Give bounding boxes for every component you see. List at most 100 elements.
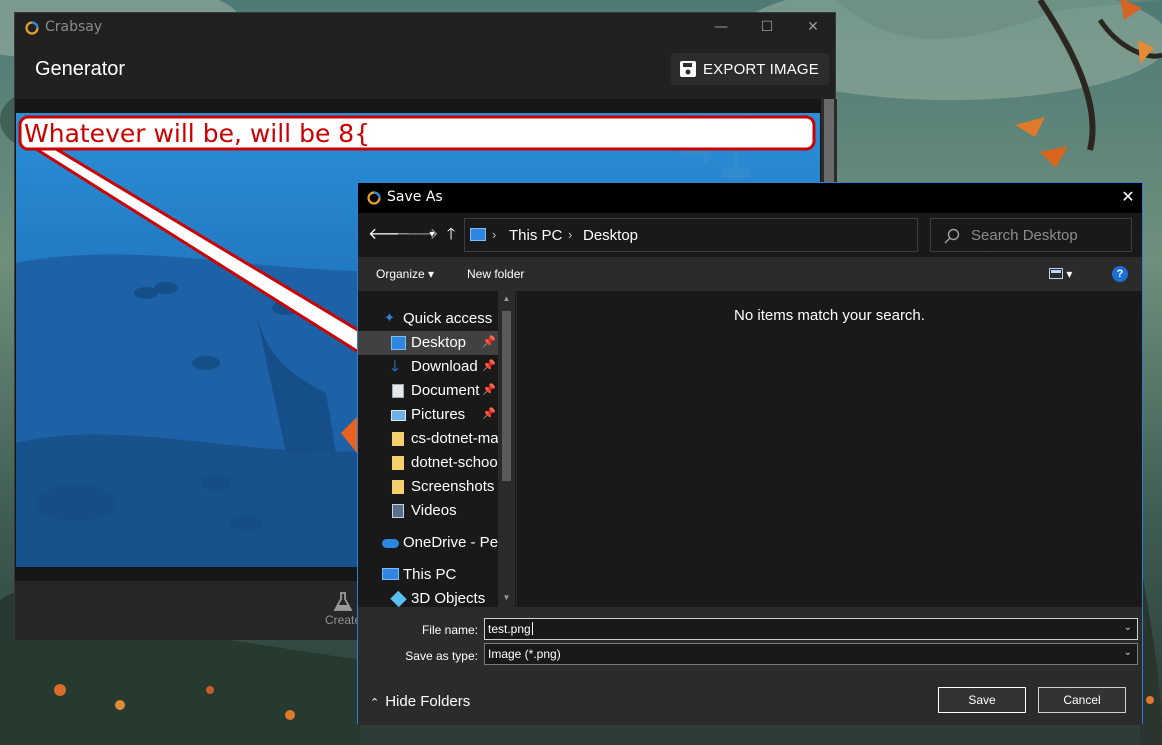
text-caret — [531, 622, 533, 635]
tree-item-label: Download — [411, 358, 478, 375]
save-as-titlebar[interactable]: Save As ✕ — [358, 183, 1142, 213]
crabsay-logo-icon — [25, 21, 39, 35]
tree-item-downloads[interactable]: 🡓 Download 📌 — [358, 355, 498, 379]
tree-item-cs-dotnet[interactable]: cs-dotnet-ma — [358, 427, 498, 451]
crabsay-titlebar[interactable]: Crabsay — ☐ ✕ — [15, 13, 835, 43]
tree-item-pictures[interactable]: Pictures 📌 — [358, 403, 498, 427]
crabsay-window-title: Crabsay — [45, 19, 103, 35]
recent-locations-chevron-icon[interactable]: ▾ — [422, 225, 442, 245]
tree-item-label: dotnet-schoo — [411, 454, 498, 471]
download-icon: 🡓 — [391, 358, 399, 375]
cube-icon — [390, 590, 407, 607]
dialog-title: Save As — [387, 189, 443, 205]
tree-item-label: Desktop — [411, 334, 467, 351]
navigation-pane-scrollbar[interactable]: ▲ ▼ — [498, 291, 515, 607]
flask-icon — [333, 592, 353, 611]
navigation-pane: ✦ Quick access Desktop 📌 🡓 Download 📌 Do… — [358, 291, 516, 607]
hide-folders-button[interactable]: ⌃ Hide Folders — [370, 693, 470, 710]
star-icon: ✦ — [384, 310, 395, 325]
scroll-down-icon[interactable]: ▼ — [501, 593, 512, 602]
page-title: Generator — [35, 58, 126, 80]
hide-folders-label: Hide Folders — [385, 693, 471, 710]
save-options-panel: File name: test.png ⌄ Save as type: Imag… — [358, 607, 1142, 725]
tree-item-label: Videos — [411, 502, 457, 519]
pin-icon: 📌 — [482, 408, 496, 420]
empty-state-message: No items match your search. — [734, 307, 925, 324]
save-as-type-label: Save as type: — [405, 649, 478, 663]
export-image-button[interactable]: EXPORT IMAGE — [670, 53, 829, 85]
tree-item-label: cs-dotnet-ma — [411, 430, 498, 447]
pictures-icon — [391, 410, 406, 421]
back-arrow-icon[interactable]: 🡐 — [368, 225, 411, 245]
tree-item-3d-objects[interactable]: 3D Objects — [358, 587, 498, 607]
tree-item-label: Screenshots — [411, 478, 495, 495]
organize-menu[interactable]: Organize ▾ — [376, 267, 434, 281]
speech-bubble-text: Whatever will be, will be 8{ — [24, 119, 370, 148]
cloud-icon — [382, 539, 399, 548]
file-name-value: test.png — [488, 622, 531, 636]
view-icon — [1049, 268, 1063, 279]
chevron-up-icon: ⌃ — [370, 697, 380, 709]
help-icon[interactable]: ? — [1112, 266, 1128, 282]
file-list[interactable]: No items match your search. — [517, 291, 1142, 607]
new-folder-button[interactable]: New folder — [467, 267, 524, 281]
save-button[interactable]: Save — [938, 687, 1026, 713]
file-name-field[interactable]: test.png ⌄ — [484, 618, 1138, 640]
tree-item-label: Quick access — [403, 310, 493, 327]
dialog-toolbar: Organize ▾ New folder ▾ ? — [358, 257, 1142, 291]
tree-item-label: 3D Objects — [411, 590, 486, 607]
address-bar[interactable]: › This PC › Desktop ⌄ ↻ — [464, 218, 1014, 253]
this-pc-icon — [470, 228, 486, 241]
scroll-up-icon[interactable]: ▲ — [501, 294, 512, 303]
tree-item-onedrive[interactable]: OneDrive - Per — [358, 531, 498, 555]
computer-icon — [382, 568, 399, 580]
tree-item-this-pc[interactable]: This PC — [358, 563, 498, 587]
tree-item-screenshots[interactable]: Screenshots — [358, 475, 498, 499]
floppy-disk-icon — [679, 61, 696, 77]
tree-item-label: Document — [411, 382, 480, 399]
cancel-button[interactable]: Cancel — [1038, 687, 1126, 713]
document-icon — [392, 384, 404, 398]
tree-item-desktop[interactable]: Desktop 📌 — [358, 331, 498, 355]
organize-label: Organize — [376, 267, 425, 281]
pin-icon: 📌 — [482, 336, 496, 348]
breadcrumb-separator-icon: › — [492, 227, 497, 242]
tree-item-label: This PC — [403, 566, 457, 583]
minimize-button[interactable]: — — [698, 13, 744, 43]
view-options-menu[interactable]: ▾ — [1049, 267, 1072, 281]
tree-item-documents[interactable]: Document 📌 — [358, 379, 498, 403]
app-logo-icon — [367, 191, 381, 205]
breadcrumb-separator-icon: › — [568, 227, 573, 242]
search-placeholder: Search Desktop — [971, 227, 1078, 244]
file-name-label: File name: — [421, 623, 478, 637]
navigation-pane-scrollbar-thumb[interactable] — [502, 311, 511, 481]
dialog-close-button[interactable]: ✕ — [1114, 183, 1142, 213]
breadcrumb-this-pc[interactable]: This PC — [509, 227, 562, 244]
file-name-dropdown-icon[interactable]: ⌄ — [1124, 622, 1132, 633]
folder-icon — [392, 456, 404, 470]
navigation-bar: 🡐 🡒 ▾ 🡑 › This PC › Desktop ⌄ ↻ Search D… — [358, 213, 1142, 257]
breadcrumb-desktop[interactable]: Desktop — [583, 227, 638, 244]
forward-arrow-icon[interactable]: 🡒 — [396, 225, 439, 245]
save-as-dialog: Save As ✕ 🡐 🡒 ▾ 🡑 › This PC › Desktop ⌄ … — [357, 182, 1143, 725]
save-as-type-value: Image (*.png) — [488, 647, 561, 661]
tree-item-label: Pictures — [411, 406, 466, 423]
up-arrow-icon[interactable]: 🡑 — [441, 225, 461, 245]
pin-icon: 📌 — [482, 384, 496, 396]
videos-icon — [392, 504, 404, 518]
tree-item-quick-access[interactable]: ✦ Quick access — [358, 307, 498, 331]
pin-icon: 📌 — [482, 360, 496, 372]
search-input[interactable]: Search Desktop — [930, 218, 1132, 252]
tree-item-dotnet-school[interactable]: dotnet-schoo — [358, 451, 498, 475]
maximize-button[interactable]: ☐ — [744, 13, 790, 43]
desktop-icon — [391, 336, 406, 350]
folder-icon — [392, 432, 404, 446]
search-icon — [944, 228, 960, 244]
export-image-label: EXPORT IMAGE — [702, 60, 819, 78]
save-as-type-select[interactable]: Image (*.png) ⌄ — [484, 643, 1138, 665]
folder-icon — [392, 480, 404, 494]
tree-item-videos[interactable]: Videos — [358, 499, 498, 523]
close-button[interactable]: ✕ — [790, 13, 836, 43]
tab-create-label: Create — [324, 613, 362, 627]
save-as-type-dropdown-icon[interactable]: ⌄ — [1124, 647, 1132, 658]
